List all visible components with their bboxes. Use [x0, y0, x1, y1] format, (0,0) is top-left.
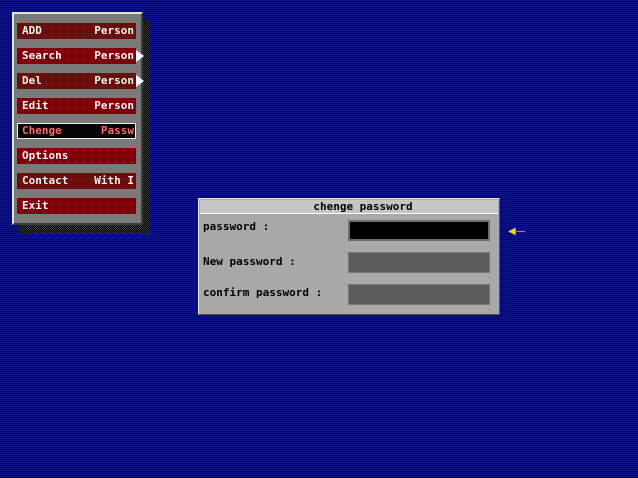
- menu-item-options[interactable]: Options: [17, 148, 136, 164]
- password-field[interactable]: [348, 220, 490, 241]
- menu-item-search-person[interactable]: Search Person: [17, 48, 136, 64]
- password-label: password :: [203, 220, 270, 233]
- dialog-title: chenge password: [200, 200, 498, 214]
- menu-item-label: Search: [22, 49, 62, 62]
- submenu-arrow-icon: [136, 75, 144, 87]
- submenu-arrow-icon: [136, 50, 144, 62]
- menu-item-del-person[interactable]: Del Person: [17, 73, 136, 89]
- menu-item-label: Contact: [22, 174, 69, 187]
- new-password-label: New password :: [203, 255, 296, 268]
- left-arrow-icon: ◀—: [508, 226, 526, 237]
- menu-item-label: Del: [22, 74, 42, 87]
- menu-item-label: Options: [22, 149, 69, 162]
- menu-item-label-right: Person: [94, 74, 134, 87]
- menu-item-label-right: Person: [94, 99, 134, 112]
- menu-item-edit-person[interactable]: Edit Person: [17, 98, 136, 114]
- menu-item-contact[interactable]: Contact With I: [17, 173, 136, 189]
- change-password-dialog: chenge password password : New password …: [198, 198, 500, 315]
- menu-item-label: ADD: [22, 24, 42, 37]
- new-password-field[interactable]: [348, 252, 490, 273]
- menu-item-label-right: Person: [94, 24, 134, 37]
- menu-item-label: Exit: [22, 199, 49, 212]
- menu-item-label-right: Passw: [100, 124, 134, 137]
- confirm-password-label: confirm password :: [203, 286, 323, 299]
- menu-item-label: Edit: [22, 99, 49, 112]
- menu-item-add-person[interactable]: ADD Person: [17, 23, 136, 39]
- menu-item-change-password[interactable]: Chenge Passw: [17, 123, 136, 139]
- main-menu: [12, 12, 143, 225]
- menu-item-label-right: Person: [94, 49, 134, 62]
- menu-item-label: Chenge: [22, 124, 62, 137]
- menu-item-label-right: With I: [94, 174, 134, 187]
- menu-item-exit[interactable]: Exit: [17, 198, 136, 214]
- confirm-password-field[interactable]: [348, 284, 490, 305]
